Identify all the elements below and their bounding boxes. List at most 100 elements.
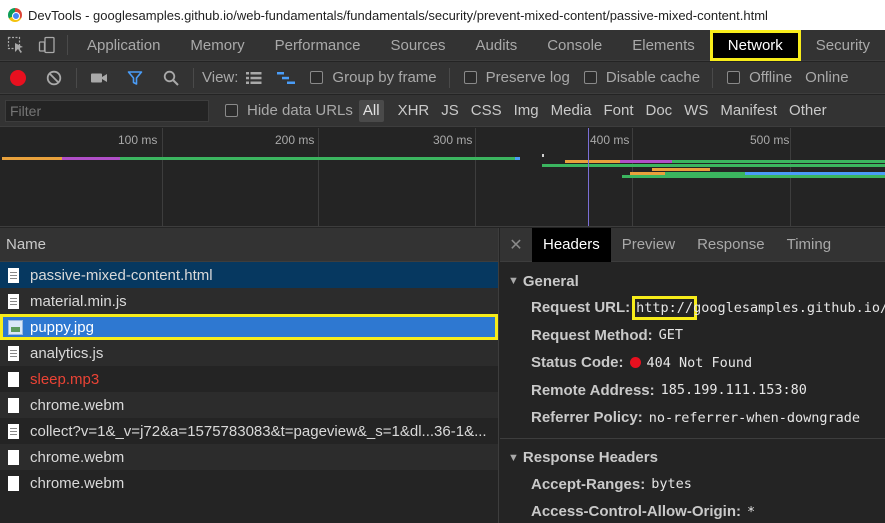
- capture-screenshots-button[interactable]: [81, 62, 117, 94]
- request-row[interactable]: sleep.mp3: [0, 366, 498, 392]
- search-button[interactable]: [153, 62, 189, 94]
- filter-funnel-icon: [127, 70, 143, 85]
- request-method-value: GET: [658, 327, 684, 344]
- overview-toggle-button[interactable]: [270, 62, 302, 94]
- tab-preview[interactable]: Preview: [611, 228, 686, 262]
- filter-type-all[interactable]: All: [358, 99, 384, 122]
- status-code-row: Status Code: 404 Not Found: [500, 349, 885, 377]
- filter-type-img[interactable]: Img: [508, 100, 545, 122]
- timeline-bar: [565, 160, 620, 163]
- referrer-policy-row: Referrer Policy: no-referrer-when-downgr…: [500, 404, 885, 432]
- tab-application[interactable]: Application: [72, 30, 175, 61]
- general-section-title: General: [522, 272, 579, 290]
- clear-icon: [46, 70, 62, 85]
- network-overview-timeline[interactable]: 100 ms 200 ms 300 ms 400 ms 500 ms: [0, 128, 885, 227]
- group-by-frame-label: Group by frame: [332, 69, 437, 86]
- tab-memory[interactable]: Memory: [175, 30, 259, 61]
- filter-type-xhr[interactable]: XHR: [392, 100, 436, 122]
- tab-elements[interactable]: Elements: [617, 30, 710, 61]
- timeline-bar: [120, 157, 515, 160]
- checkbox-box: [310, 71, 324, 84]
- tab-timing[interactable]: Timing: [776, 228, 842, 262]
- checkbox-box: [727, 71, 741, 84]
- request-method-label: Request Method:: [531, 326, 653, 344]
- panel-tabs-bar: Application Memory Performance Sources A…: [0, 29, 885, 61]
- tab-performance[interactable]: Performance: [260, 30, 376, 61]
- acao-row: Access-Control-Allow-Origin: *: [500, 498, 885, 523]
- tab-network[interactable]: Network: [709, 29, 801, 61]
- timeline-tick-label: 300 ms: [433, 133, 473, 147]
- acao-label: Access-Control-Allow-Origin:: [531, 503, 742, 521]
- device-toolbar-button[interactable]: [32, 30, 64, 61]
- filter-type-js[interactable]: JS: [435, 100, 465, 122]
- request-row[interactable]: chrome.webm: [0, 444, 498, 470]
- filter-type-ws[interactable]: WS: [678, 100, 714, 122]
- tab-audits[interactable]: Audits: [461, 30, 533, 61]
- remote-address-row: Remote Address: 185.199.111.153:80: [500, 377, 885, 405]
- filter-type-css[interactable]: CSS: [465, 100, 508, 122]
- tab-sources[interactable]: Sources: [375, 30, 460, 61]
- section-divider: [500, 437, 885, 439]
- throttling-select[interactable]: Online: [805, 69, 848, 86]
- hide-data-urls-checkbox[interactable]: Hide data URLs: [225, 102, 353, 119]
- filter-input[interactable]: [5, 99, 209, 122]
- request-name: analytics.js: [30, 344, 104, 362]
- filter-toggle-button[interactable]: [117, 62, 153, 94]
- request-row[interactable]: analytics.js: [0, 340, 498, 366]
- waterfall-icon: [277, 71, 296, 84]
- filter-type-doc[interactable]: Doc: [639, 100, 678, 122]
- accept-ranges-row: Accept-Ranges: bytes: [500, 471, 885, 499]
- request-name: collect?v=1&_v=j72&a=1575783083&t=pagevi…: [30, 422, 487, 440]
- expand-triangle-icon: ▼: [508, 451, 519, 464]
- list-view-icon: [246, 71, 262, 84]
- timeline-gridline: [318, 128, 319, 226]
- large-rows-button[interactable]: [238, 62, 270, 94]
- filter-type-other[interactable]: Other: [783, 100, 833, 122]
- request-row[interactable]: chrome.webm: [0, 392, 498, 418]
- accept-ranges-label: Accept-Ranges:: [531, 475, 646, 493]
- clear-button[interactable]: [36, 62, 72, 94]
- request-row[interactable]: chrome.webm: [0, 470, 498, 496]
- filter-type-media[interactable]: Media: [545, 100, 598, 122]
- timeline-bar: [515, 157, 520, 160]
- response-headers-section-header[interactable]: ▼ Response Headers: [500, 445, 885, 471]
- request-row[interactable]: puppy.jpg: [0, 314, 498, 340]
- tab-console[interactable]: Console: [532, 30, 617, 61]
- disable-cache-checkbox[interactable]: Disable cache: [583, 69, 700, 86]
- timeline-bar: [542, 154, 544, 157]
- timeline-bar: [542, 164, 885, 167]
- group-by-frame-checkbox[interactable]: Group by frame: [310, 69, 437, 86]
- media-icon: [8, 397, 19, 413]
- tab-response[interactable]: Response: [686, 228, 776, 262]
- request-details-panel: ✕ Headers Preview Response Timing ▼ Gene…: [500, 228, 885, 523]
- record-icon: [10, 69, 26, 86]
- close-icon[interactable]: ✕: [500, 235, 532, 255]
- offline-checkbox[interactable]: Offline: [727, 69, 792, 86]
- general-section-header[interactable]: ▼ General: [500, 268, 885, 294]
- details-tabs: ✕ Headers Preview Response Timing: [500, 228, 885, 262]
- name-column-header[interactable]: Name: [0, 228, 498, 262]
- timeline-gridline: [475, 128, 476, 226]
- checkbox-box: [463, 71, 477, 84]
- video-camera-icon: [91, 73, 107, 82]
- request-row[interactable]: material.min.js: [0, 288, 498, 314]
- accept-ranges-value: bytes: [651, 476, 692, 493]
- record-button[interactable]: [0, 62, 36, 94]
- toolbar-divider: [67, 35, 69, 55]
- filter-type-font[interactable]: Font: [597, 100, 639, 122]
- tab-security[interactable]: Security: [801, 30, 885, 61]
- filter-type-manifest[interactable]: Manifest: [714, 100, 783, 122]
- request-name: chrome.webm: [30, 396, 125, 414]
- window-titlebar: DevTools - googlesamples.github.io/web-f…: [0, 0, 885, 30]
- request-url-scheme: http://: [632, 295, 698, 320]
- image-icon: [8, 319, 23, 335]
- error-status-icon: [629, 357, 641, 369]
- request-list: Name passive-mixed-content.html material…: [0, 228, 499, 523]
- view-label: View:: [202, 69, 239, 86]
- inspect-element-button[interactable]: [0, 30, 32, 61]
- preserve-log-checkbox[interactable]: Preserve log: [463, 69, 570, 86]
- media-icon: [8, 475, 19, 491]
- request-row[interactable]: passive-mixed-content.html: [0, 262, 498, 288]
- tab-headers[interactable]: Headers: [532, 228, 611, 262]
- request-row[interactable]: collect?v=1&_v=j72&a=1575783083&t=pagevi…: [0, 418, 498, 444]
